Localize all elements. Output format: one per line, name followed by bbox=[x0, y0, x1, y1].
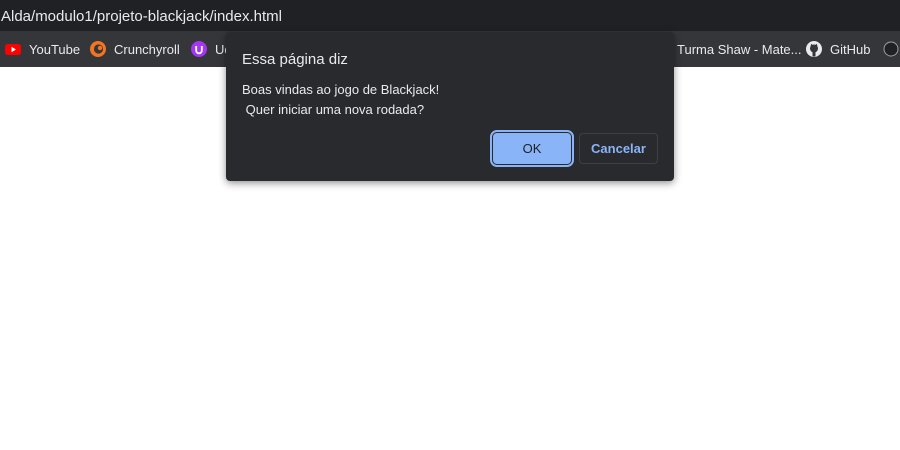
bookmark-turma-shaw[interactable]: Turma Shaw - Mate... bbox=[677, 31, 802, 67]
bookmark-label: Turma Shaw - Mate... bbox=[677, 41, 802, 57]
bookmark-youtube[interactable]: YouTube bbox=[5, 31, 80, 67]
alert-dialog: Essa página diz Boas vindas ao jogo de B… bbox=[226, 32, 674, 181]
bookmark-label: YouTube bbox=[29, 41, 81, 57]
cancel-button[interactable]: Cancelar bbox=[579, 133, 658, 164]
circle-icon bbox=[883, 41, 899, 57]
bookmark-label: GitHub bbox=[830, 41, 871, 57]
dialog-message: Boas vindas ao jogo de Blackjack! Quer i… bbox=[242, 82, 440, 117]
udemy-icon bbox=[191, 41, 207, 57]
bookmark-crunchyroll[interactable]: Crunchyroll bbox=[90, 31, 180, 67]
bookmark-github[interactable]: GitHub bbox=[806, 31, 870, 67]
youtube-icon bbox=[5, 41, 21, 57]
ok-button[interactable]: OK bbox=[490, 130, 574, 167]
bookmark-label: Crunchyroll bbox=[114, 41, 180, 57]
url-text[interactable]: Alda/modulo1/projeto-blackjack/index.htm… bbox=[1, 8, 282, 25]
bookmark-overflow[interactable] bbox=[883, 31, 900, 67]
github-icon bbox=[806, 41, 822, 57]
crunchyroll-icon bbox=[90, 41, 106, 57]
address-bar[interactable]: Alda/modulo1/projeto-blackjack/index.htm… bbox=[0, 0, 900, 31]
dialog-title: Essa página diz bbox=[242, 51, 348, 68]
